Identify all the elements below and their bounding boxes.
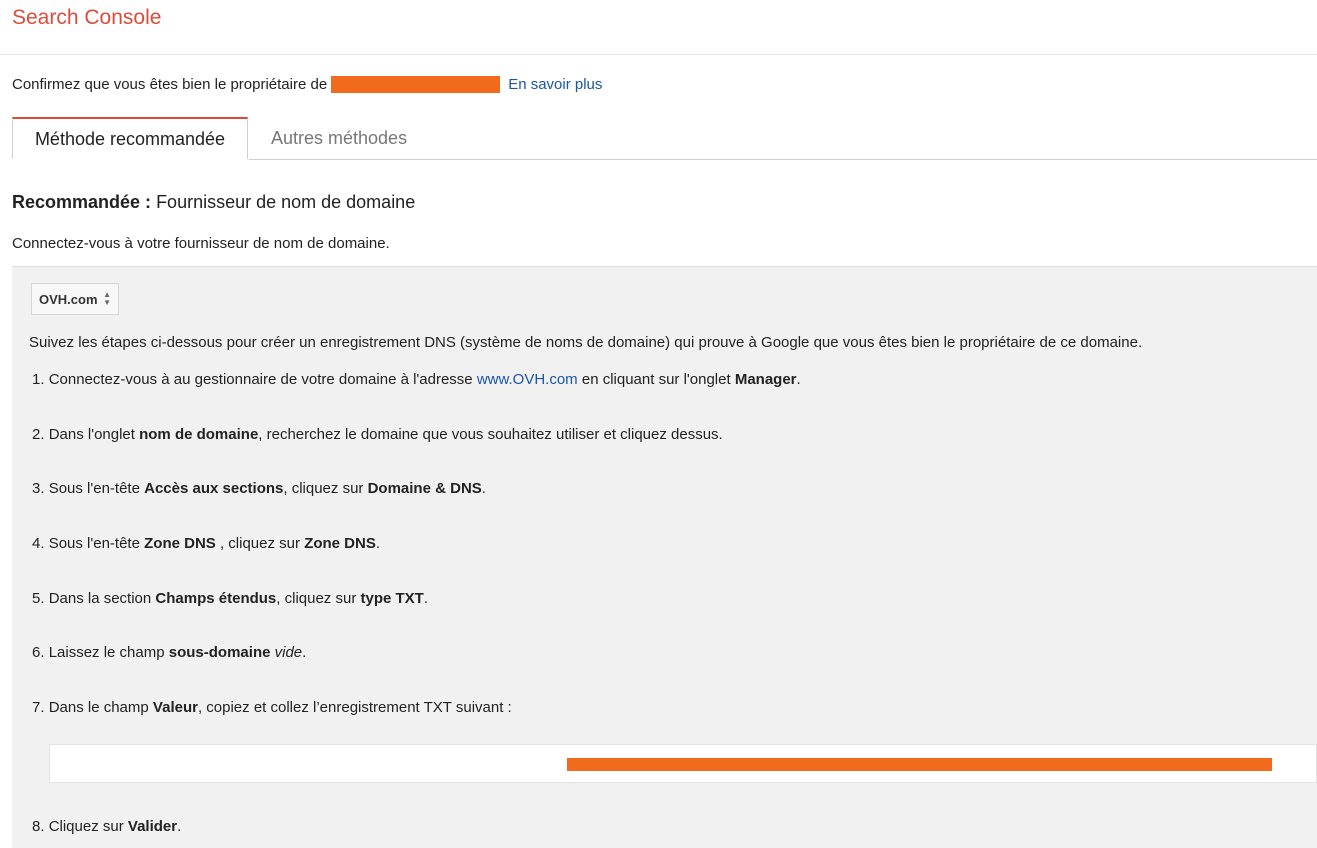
- tab-other-methods[interactable]: Autres méthodes: [271, 117, 407, 159]
- step-bold: type TXT: [360, 590, 424, 607]
- redacted-txt-record: [567, 758, 1272, 771]
- ovh-link[interactable]: www.OVH.com: [477, 371, 578, 388]
- recommended-title: Fournisseur de nom de domaine: [156, 192, 416, 212]
- step-number: 4.: [32, 535, 45, 552]
- step-italic: vide: [274, 644, 303, 661]
- step-bold: Manager: [734, 371, 797, 388]
- step-1: 1. Connectez-vous à au gestionnaire de v…: [32, 371, 801, 388]
- step-3: 3. Sous l'en-tête Accès aux sections, cl…: [32, 480, 486, 497]
- step-number: 7.: [32, 699, 45, 716]
- step-4: 4. Sous l'en-tête Zone DNS , cliquez sur…: [32, 535, 380, 552]
- step-number: 8.: [32, 818, 45, 835]
- step-number: 2.: [32, 426, 45, 443]
- app-title[interactable]: Search Console: [12, 6, 161, 30]
- step-text: , cliquez sur: [219, 535, 301, 552]
- txt-record-field[interactable]: [49, 744, 1317, 783]
- step-bold: Valider: [127, 818, 178, 835]
- step-text: , cliquez sur: [283, 480, 364, 497]
- step-7: 7. Dans le champ Valeur, copiez et colle…: [32, 699, 512, 716]
- intro-text: Suivez les étapes ci-dessous pour créer …: [29, 334, 1143, 351]
- step-text: .: [481, 480, 486, 497]
- step-bold: nom de domaine: [139, 426, 259, 443]
- step-number: 5.: [32, 590, 45, 607]
- step-text: .: [375, 535, 381, 552]
- app-header: Search Console: [0, 0, 1317, 55]
- step-text: Sous l'en-tête: [48, 480, 140, 497]
- recommended-label: Recommandée :: [12, 192, 152, 212]
- step-5: 5. Dans la section Champs étendus, cliqu…: [32, 590, 428, 607]
- provider-select[interactable]: OVH.com ▲ ▼: [31, 283, 119, 315]
- step-text: .: [177, 818, 182, 835]
- provider-select-value: OVH.com: [39, 292, 98, 307]
- step-text: , recherchez le domaine que vous souhait…: [258, 426, 723, 443]
- instructions-panel: OVH.com ▲ ▼ Suivez les étapes ci-dessous …: [12, 266, 1317, 848]
- step-text: .: [423, 590, 429, 607]
- step-text: , copiez et collez l’enregistrement TXT …: [197, 699, 512, 716]
- tab-divider: [249, 159, 1317, 160]
- recommended-heading: Recommandée : Fournisseur de nom de doma…: [12, 192, 415, 213]
- step-text: Sous l'en-tête: [48, 535, 140, 552]
- step-bold: Accès aux sections: [144, 480, 284, 497]
- step-text: Dans le champ: [48, 699, 149, 716]
- step-6: 6. Laissez le champ sous-domaine vide.: [32, 644, 306, 661]
- select-arrows-icon: ▲ ▼: [103, 290, 111, 307]
- step-text: .: [302, 644, 307, 661]
- step-text: Laissez le champ: [48, 644, 165, 661]
- confirm-text: Confirmez que vous êtes bien le propriét…: [12, 76, 328, 93]
- verification-tabs: Méthode recommandée Autres méthodes: [0, 117, 1317, 160]
- learn-more-link[interactable]: En savoir plus: [508, 76, 602, 93]
- ownership-confirm-line: Confirmez que vous êtes bien le propriét…: [12, 76, 602, 93]
- step-text: Cliquez sur: [48, 818, 124, 835]
- step-bold: Zone DNS: [144, 535, 216, 552]
- redacted-domain: [331, 76, 501, 93]
- step-text: .: [796, 371, 801, 388]
- step-text: Dans l'onglet: [48, 426, 135, 443]
- step-8: 8. Cliquez sur Valider.: [32, 818, 181, 835]
- connect-instruction: Connectez-vous à votre fournisseur de no…: [12, 235, 390, 252]
- tab-recommended-method[interactable]: Méthode recommandée: [12, 117, 248, 159]
- step-number: 3.: [32, 480, 45, 497]
- step-bold: Champs étendus: [155, 590, 277, 607]
- step-number: 6.: [32, 644, 45, 661]
- step-bold: Valeur: [152, 699, 198, 716]
- step-number: 1.: [32, 371, 45, 388]
- step-text: , cliquez sur: [276, 590, 357, 607]
- step-text: en cliquant sur l'onglet: [581, 371, 731, 388]
- step-2: 2. Dans l'onglet nom de domaine, recherc…: [32, 426, 723, 443]
- step-text: Dans la section: [48, 590, 152, 607]
- step-text: Connectez-vous à au gestionnaire de votr…: [48, 371, 473, 388]
- step-bold: Domaine & DNS: [367, 480, 482, 497]
- step-bold: sous-domaine: [168, 644, 271, 661]
- step-bold: Zone DNS: [304, 535, 376, 552]
